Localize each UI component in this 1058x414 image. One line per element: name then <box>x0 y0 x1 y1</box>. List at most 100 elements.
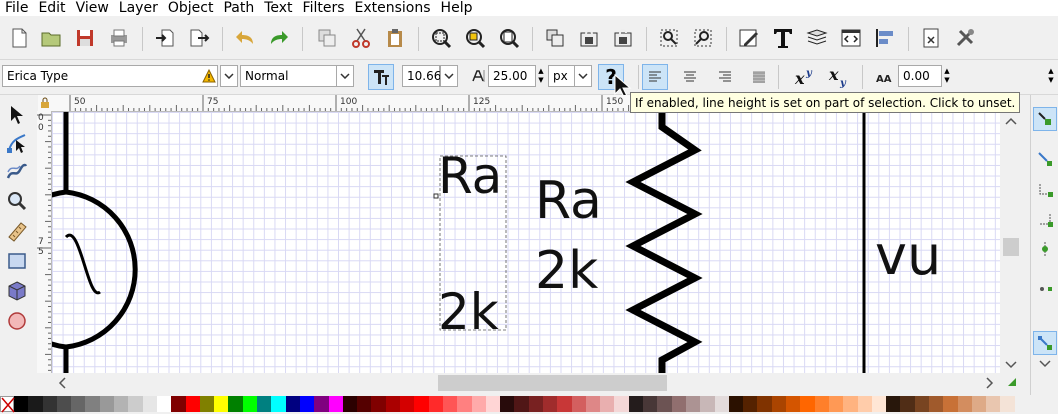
font-family-input[interactable]: Erica Type <box>2 65 218 87</box>
color-swatch[interactable] <box>814 396 829 412</box>
color-swatch[interactable] <box>600 396 615 412</box>
color-swatch[interactable] <box>328 396 343 412</box>
align-center-button[interactable] <box>677 64 703 90</box>
zoom-selection-icon[interactable] <box>428 25 454 51</box>
zoom-drawing-icon[interactable] <box>462 25 488 51</box>
menu-extensions[interactable]: Extensions <box>350 0 436 16</box>
color-swatch[interactable] <box>800 396 815 412</box>
line-height-input[interactable]: 25.00 <box>488 65 536 87</box>
letter-spacing-spinner[interactable]: ▲ ▼ <box>942 65 952 87</box>
color-swatch[interactable] <box>42 396 57 412</box>
color-swatch[interactable] <box>900 396 915 412</box>
color-swatch[interactable] <box>242 396 258 412</box>
toolbar-overflow-spinner[interactable]: ▲ ▼ <box>1044 65 1058 87</box>
letter-spacing-input[interactable]: 0.00 <box>898 65 942 87</box>
color-swatch[interactable] <box>471 396 486 412</box>
document-properties-icon[interactable] <box>918 25 944 51</box>
color-swatch[interactable] <box>929 396 944 412</box>
measure-tool-icon[interactable] <box>5 219 29 243</box>
align-justify-button[interactable] <box>746 64 772 90</box>
color-swatch[interactable] <box>214 396 229 412</box>
align-left-button[interactable] <box>642 64 668 90</box>
label-ra[interactable]: Ra <box>535 172 602 230</box>
menu-edit[interactable]: Edit <box>33 0 70 16</box>
menu-path[interactable]: Path <box>218 0 259 16</box>
cut-icon[interactable] <box>348 25 374 51</box>
label-2k[interactable]: 2k <box>535 242 598 300</box>
color-swatch[interactable] <box>743 396 758 412</box>
color-swatch[interactable] <box>71 396 86 412</box>
align-node-icon[interactable] <box>656 25 682 51</box>
color-swatch[interactable] <box>1000 396 1015 412</box>
unit-dropdown[interactable] <box>574 65 592 87</box>
vertical-ruler[interactable]: 0 0 7 5 <box>37 111 52 373</box>
color-swatch[interactable] <box>257 396 272 412</box>
color-swatch[interactable] <box>199 396 215 412</box>
color-swatch[interactable] <box>671 396 686 412</box>
color-swatch[interactable] <box>685 396 701 412</box>
undo-icon[interactable] <box>232 25 258 51</box>
color-swatch[interactable] <box>85 396 100 412</box>
align-right-button[interactable] <box>712 64 738 90</box>
ellipse-tool-icon[interactable] <box>5 309 29 333</box>
color-swatch[interactable] <box>914 396 929 412</box>
color-swatch[interactable] <box>728 396 744 412</box>
label-vu[interactable]: vu <box>875 226 941 286</box>
font-size-input[interactable]: 10.66 <box>402 65 441 87</box>
horizontal-scroll-thumb[interactable] <box>438 375 667 391</box>
color-swatch[interactable] <box>700 396 715 412</box>
snap-midpoint-icon[interactable] <box>1033 237 1057 261</box>
rectangle-tool-icon[interactable] <box>5 249 29 273</box>
layers-icon[interactable] <box>804 25 830 51</box>
color-swatch[interactable] <box>828 396 844 412</box>
color-swatch[interactable] <box>585 396 601 412</box>
menu-object[interactable]: Object <box>163 0 219 16</box>
color-swatch[interactable] <box>156 396 172 412</box>
color-swatch[interactable] <box>171 396 186 412</box>
color-swatch[interactable] <box>442 396 458 412</box>
color-swatch[interactable] <box>528 396 543 412</box>
color-swatch[interactable] <box>485 396 501 412</box>
color-swatch[interactable] <box>142 396 157 412</box>
save-icon[interactable] <box>72 25 98 51</box>
scroll-right-icon[interactable] <box>986 377 994 393</box>
color-swatch[interactable] <box>628 396 644 412</box>
snap-bbox-icon[interactable] <box>1033 147 1057 171</box>
color-swatch[interactable] <box>385 396 401 412</box>
color-swatch[interactable] <box>114 396 129 412</box>
color-swatch[interactable] <box>971 396 987 412</box>
open-icon[interactable] <box>38 25 64 51</box>
color-swatch[interactable] <box>228 396 243 412</box>
color-swatch[interactable] <box>28 396 43 412</box>
lock-icon[interactable] <box>576 25 602 51</box>
color-swatch[interactable] <box>371 396 386 412</box>
label-2k-selected[interactable]: 2k <box>438 284 499 340</box>
menu-text[interactable]: Text <box>259 0 297 16</box>
color-swatch[interactable] <box>943 396 958 412</box>
color-swatch[interactable] <box>843 396 858 412</box>
font-style-select[interactable]: Normal <box>240 65 340 87</box>
color-swatch[interactable] <box>14 396 29 412</box>
align-object-icon[interactable] <box>690 25 716 51</box>
horizontal-scrollbar[interactable] <box>52 373 1000 393</box>
font-size-unit-toggle[interactable] <box>368 64 394 90</box>
font-size-dropdown[interactable] <box>440 65 458 87</box>
snap-nodes-icon[interactable] <box>1033 331 1057 355</box>
export-icon[interactable] <box>186 25 212 51</box>
snap-scroll-down-icon[interactable] <box>1039 357 1051 372</box>
import-icon[interactable] <box>152 25 178 51</box>
color-swatch[interactable] <box>500 396 515 412</box>
color-swatch[interactable] <box>514 396 529 412</box>
color-swatch[interactable] <box>185 396 200 412</box>
subscript-button[interactable]: xy <box>826 64 852 90</box>
scroll-up-icon[interactable] <box>1005 114 1017 129</box>
print-icon[interactable] <box>106 25 132 51</box>
color-swatch[interactable] <box>714 396 729 412</box>
zoom-page-icon[interactable] <box>496 25 522 51</box>
font-family-dropdown[interactable] <box>220 65 238 87</box>
zoom-tool-icon[interactable] <box>5 189 29 213</box>
snap-center-icon[interactable] <box>1033 277 1057 301</box>
color-swatch[interactable] <box>886 396 901 412</box>
scroll-left-icon[interactable] <box>58 377 66 393</box>
menu-layer[interactable]: Layer <box>114 0 163 16</box>
